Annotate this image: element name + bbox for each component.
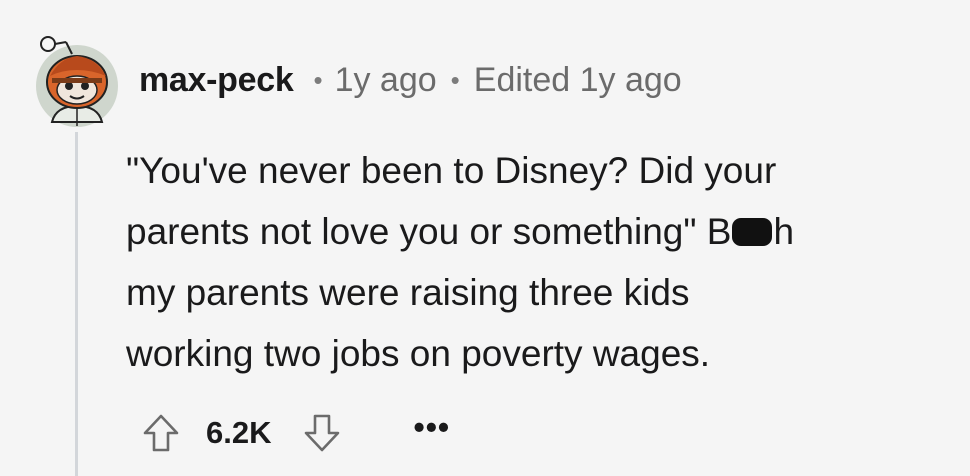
comment-text-line: working two jobs on poverty wages. (126, 333, 711, 374)
comment-text-segment: h (773, 211, 795, 252)
redaction-mark (732, 218, 773, 246)
upvote-button[interactable] (138, 410, 184, 456)
comment-text-segment: parents not love you or something" B (126, 211, 732, 252)
comment-meta: max-peck • 1y ago • Edited 1y ago (139, 58, 682, 102)
comment-text-line: "You've never been to Disney? Did your (126, 150, 777, 191)
arrow-up-icon (143, 414, 179, 452)
comment-body: "You've never been to Disney? Did your p… (126, 140, 946, 384)
vote-score: 6.2K (206, 415, 272, 450)
thread-line[interactable] (75, 132, 78, 476)
comment-text-line: my parents were raising three kids (126, 272, 690, 313)
user-avatar[interactable] (30, 36, 124, 130)
more-options-button[interactable]: ••• (413, 411, 450, 443)
timestamp[interactable]: 1y ago (335, 61, 437, 100)
edited-label: Edited 1y ago (473, 60, 682, 99)
snoo-avatar-icon (36, 36, 118, 127)
separator-dot: • (313, 64, 323, 95)
comment: max-peck • 1y ago • Edited 1y ago "You'v… (0, 0, 970, 476)
username[interactable]: max-peck (139, 61, 294, 100)
separator-dot: • (450, 64, 460, 95)
downvote-button[interactable] (299, 410, 345, 456)
arrow-down-icon (305, 414, 340, 452)
comment-actions: 6.2K ••• (138, 408, 450, 458)
comment-text-line: parents not love you or something" B h (126, 201, 946, 262)
